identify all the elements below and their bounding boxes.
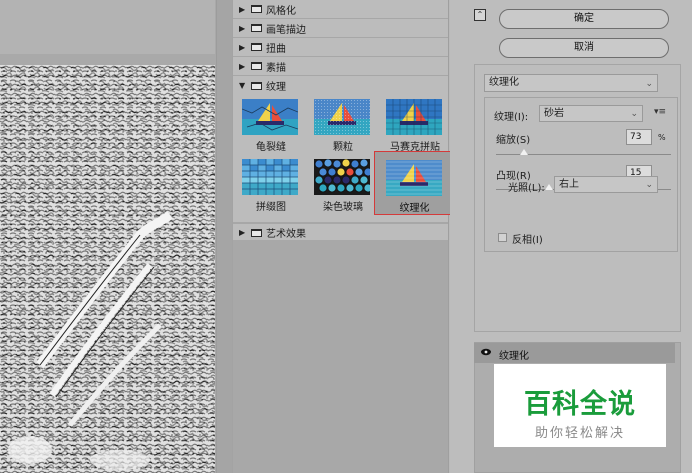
light-select[interactable]: 右上 ⌄: [554, 176, 658, 193]
chevron-down-icon: ⌄: [645, 79, 653, 89]
scaling-unit: %: [658, 133, 666, 142]
expand-arrow-icon: ▶: [239, 61, 246, 71]
ok-button[interactable]: 确定: [499, 9, 669, 29]
expand-arrow-icon: ▶: [239, 42, 246, 52]
grain-thumbnail-image: [314, 99, 370, 135]
filter-select[interactable]: 纹理化 ⌄: [484, 74, 658, 92]
texture-label: 纹理(I):: [494, 112, 529, 123]
filter-select-value: 纹理化: [489, 77, 519, 88]
category-sketch[interactable]: ▶ 素描: [233, 57, 448, 76]
preview-image[interactable]: [0, 65, 215, 473]
thumb-patchwork[interactable]: 拼缀图: [235, 157, 307, 219]
category-label: 风格化: [266, 5, 296, 17]
category-distort[interactable]: ▶ 扭曲: [233, 38, 448, 57]
texturizer-thumbnail-image: [386, 160, 442, 196]
thumb-mosaic-tiles[interactable]: 马赛克拼贴: [379, 97, 451, 159]
texture-thumbnails: 龟裂缝 颗粒 马赛克拼贴 拼缀图 染色玻璃 纹理化: [233, 95, 453, 223]
category-label: 素描: [266, 62, 286, 74]
watermark-title: 百科全说: [524, 389, 636, 420]
collapse-up-icon[interactable]: ⌃: [474, 9, 486, 21]
category-label: 艺术效果: [266, 229, 306, 240]
folder-icon: [251, 43, 262, 51]
gallery-empty-area: [233, 240, 448, 473]
filter-gallery: ▶ 风格化 ▶ 画笔描边 ▶ 扭曲 ▶ 素描 ▼ 纹理 龟裂缝 颗粒 马赛克拼贴…: [232, 0, 453, 473]
category-label: 纹理: [266, 82, 286, 93]
thumb-grain[interactable]: 颗粒: [307, 97, 379, 159]
folder-icon: [251, 228, 262, 237]
expand-arrow-icon: ▶: [239, 4, 246, 14]
light-select-value: 右上: [559, 179, 579, 190]
effect-layer-row[interactable]: 纹理化: [474, 343, 675, 363]
chevron-down-icon: ⌄: [645, 180, 653, 190]
texture-select-value: 砂岩: [544, 108, 564, 119]
thumb-caption: 颗粒: [333, 142, 353, 153]
settings-panel: ⌃ 确定 取消 纹理化 ⌄ 纹理(I): 砂岩 ⌄ ▾≡ 缩放(S) 73 % …: [450, 0, 692, 473]
thumb-caption: 染色玻璃: [323, 202, 363, 213]
preview-background: [0, 0, 215, 54]
texture-select[interactable]: 砂岩 ⌄: [539, 105, 643, 122]
effect-layer-name: 纹理化: [499, 351, 529, 362]
scaling-label: 缩放(S): [496, 135, 531, 146]
cancel-button[interactable]: 取消: [499, 38, 669, 58]
relief-slider-handle[interactable]: [544, 184, 553, 190]
preview-scrollbar[interactable]: [216, 0, 232, 473]
open-folder-icon: [251, 81, 262, 90]
scaling-input[interactable]: 73: [626, 129, 652, 145]
category-label: 扭曲: [266, 43, 286, 55]
stained-glass-thumbnail-image: [314, 159, 370, 195]
expand-arrow-icon: ▶: [239, 23, 246, 33]
thumb-caption: 纹理化: [399, 203, 430, 214]
preview-panel[interactable]: [0, 0, 232, 473]
category-texture[interactable]: ▼ 纹理: [233, 76, 448, 95]
watermark-logo: 百科全说 助你轻松解决: [494, 364, 666, 447]
texture-menu-icon[interactable]: ▾≡: [654, 107, 666, 117]
chevron-down-icon: ⌄: [630, 109, 638, 119]
eye-icon[interactable]: [481, 348, 491, 356]
folder-icon: [251, 62, 262, 70]
craquelure-thumbnail-image: [242, 99, 298, 135]
thumb-texturizer[interactable]: 纹理化: [374, 151, 453, 215]
thumb-craquelure[interactable]: 龟裂缝: [235, 97, 307, 159]
folder-icon: [251, 5, 262, 13]
collapse-arrow-icon: ▼: [239, 81, 246, 90]
invert-label: 反相(I): [512, 235, 543, 246]
thumb-caption: 龟裂缝: [256, 142, 286, 153]
light-label: 光照(L):: [508, 183, 545, 194]
thumb-stained-glass[interactable]: 染色玻璃: [307, 157, 379, 219]
patchwork-thumbnail-image: [242, 159, 298, 195]
expand-arrow-icon: ▶: [239, 228, 246, 237]
mosaic-tiles-thumbnail-image: [386, 99, 442, 135]
invert-checkbox[interactable]: [498, 233, 507, 242]
thumb-caption: 拼缀图: [256, 202, 286, 213]
folder-icon: [251, 24, 262, 32]
scaling-slider-handle[interactable]: [520, 149, 528, 155]
category-stylize[interactable]: ▶ 风格化: [233, 0, 448, 19]
category-brush-strokes[interactable]: ▶ 画笔描边: [233, 19, 448, 38]
watermark-subtitle: 助你轻松解决: [534, 426, 625, 441]
category-label: 画笔描边: [266, 24, 306, 36]
